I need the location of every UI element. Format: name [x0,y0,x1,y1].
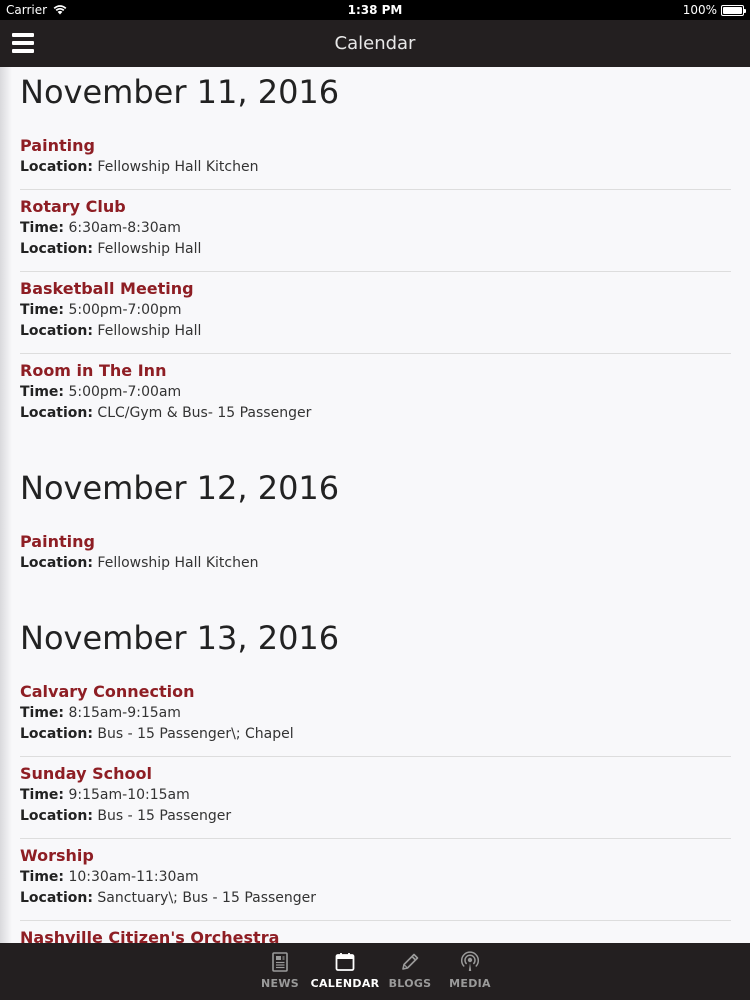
page-title: Calendar [334,33,416,54]
event-item[interactable]: Rotary Club Time: 6:30am-8:30am Location… [20,190,731,272]
event-location: Location: Fellowship Hall [20,239,731,260]
tab-media[interactable]: MEDIA [440,943,500,1000]
day-section: November 12, 2016 Painting Location: Fel… [0,463,750,585]
event-time: Time: 6:30am-8:30am [20,218,731,239]
location-label: Location: [20,890,93,906]
event-item[interactable]: Painting Location: Fellowship Hall Kitch… [20,129,731,190]
event-item[interactable]: Sunday School Time: 9:15am-10:15am Locat… [20,757,731,839]
tab-calendar-label: CALENDAR [310,977,380,990]
location-value: Fellowship Hall Kitchen [97,159,259,175]
tab-news-label: NEWS [261,977,299,990]
time-label: Time: [20,787,65,803]
time-label: Time: [20,302,65,318]
time-label: Time: [20,384,65,400]
event-time: Time: 9:15am-10:15am [20,785,731,806]
event-title[interactable]: Worship [20,845,731,867]
pencil-icon [402,953,419,970]
event-location: Location: Bus - 15 Passenger [20,806,731,827]
event-item[interactable]: Painting Location: Fellowship Hall Kitch… [20,525,731,585]
time-label: Time: [20,705,65,721]
location-label: Location: [20,726,93,742]
tab-blogs-label: BLOGS [388,977,432,990]
tab-bar: NEWS CALENDAR BLOGS MEDIA [0,943,750,1000]
podcast-icon [461,951,479,971]
event-location: Location: Bus - 15 Passenger\; Chapel [20,724,731,745]
battery-icon [721,4,746,16]
event-title[interactable]: Rotary Club [20,196,731,218]
location-value: Fellowship Hall [97,241,202,257]
battery-percent: 100% [682,3,717,17]
day-heading: November 11, 2016 [20,73,340,111]
day-section: November 13, 2016 Calvary Connection Tim… [0,613,750,943]
location-label: Location: [20,555,93,571]
time-label: Time: [20,220,65,236]
location-value: CLC/Gym & Bus- 15 Passenger [97,405,312,421]
location-label: Location: [20,159,93,175]
tab-news[interactable]: NEWS [250,943,310,1000]
time-value: 9:15am-10:15am [68,787,190,803]
location-label: Location: [20,323,93,339]
news-icon [272,952,288,972]
nav-bar: Calendar [0,20,750,67]
location-value: Fellowship Hall Kitchen [97,555,259,571]
event-time: Time: 5:00pm-7:00pm [20,300,731,321]
location-value: Fellowship Hall [97,323,202,339]
tab-calendar[interactable]: CALENDAR [310,943,380,1000]
time-label: Time: [20,869,65,885]
event-time: Time: 5:00pm-7:00am [20,382,731,403]
tab-blogs[interactable]: BLOGS [380,943,440,1000]
event-location: Location: Fellowship Hall Kitchen [20,553,731,574]
location-label: Location: [20,241,93,257]
event-item[interactable]: Basketball Meeting Time: 5:00pm-7:00pm L… [20,272,731,354]
event-item[interactable]: Calvary Connection Time: 8:15am-9:15am L… [20,675,731,757]
event-time: Time: 8:15am-9:15am [20,703,731,724]
event-location: Location: Fellowship Hall [20,321,731,342]
day-section: November 11, 2016 Painting Location: Fel… [0,67,750,435]
status-right: 100% [682,3,746,17]
location-label: Location: [20,405,93,421]
event-location: Location: Fellowship Hall Kitchen [20,157,731,178]
time-value: 10:30am-11:30am [68,869,199,885]
event-title[interactable]: Nashville Citizen's Orchestra [20,927,731,943]
status-time: 1:38 PM [347,3,403,17]
status-bar: Carrier 1:38 PM 100% [0,0,750,20]
time-value: 8:15am-9:15am [68,705,181,721]
location-value: Sanctuary\; Bus - 15 Passenger [97,890,317,906]
location-value: Bus - 15 Passenger [97,808,232,824]
day-heading: November 13, 2016 [20,619,340,657]
event-title[interactable]: Calvary Connection [20,681,731,703]
event-item[interactable]: Worship Time: 10:30am-11:30am Location: … [20,839,731,921]
time-value: 5:00pm-7:00am [68,384,182,400]
event-location: Location: CLC/Gym & Bus- 15 Passenger [20,403,731,424]
event-time: Time: 10:30am-11:30am [20,867,731,888]
event-title[interactable]: Painting [20,531,731,553]
event-item[interactable]: Nashville Citizen's Orchestra [20,921,731,943]
location-value: Bus - 15 Passenger\; Chapel [97,726,294,742]
calendar-icon [335,953,355,971]
time-value: 6:30am-8:30am [68,220,181,236]
event-title[interactable]: Basketball Meeting [20,278,731,300]
event-title[interactable]: Painting [20,135,731,157]
edge-shadow [0,67,12,943]
app-screen: Carrier 1:38 PM 100% Calendar November 1… [0,0,750,1000]
event-location: Location: Sanctuary\; Bus - 15 Passenger [20,888,731,909]
time-value: 5:00pm-7:00pm [68,302,182,318]
day-heading: November 12, 2016 [20,469,340,507]
event-title[interactable]: Sunday School [20,763,731,785]
tab-media-label: MEDIA [449,977,491,990]
location-label: Location: [20,808,93,824]
event-title[interactable]: Room in The Inn [20,360,731,382]
calendar-list[interactable]: November 11, 2016 Painting Location: Fel… [0,67,750,943]
event-item[interactable]: Room in The Inn Time: 5:00pm-7:00am Loca… [20,354,731,435]
